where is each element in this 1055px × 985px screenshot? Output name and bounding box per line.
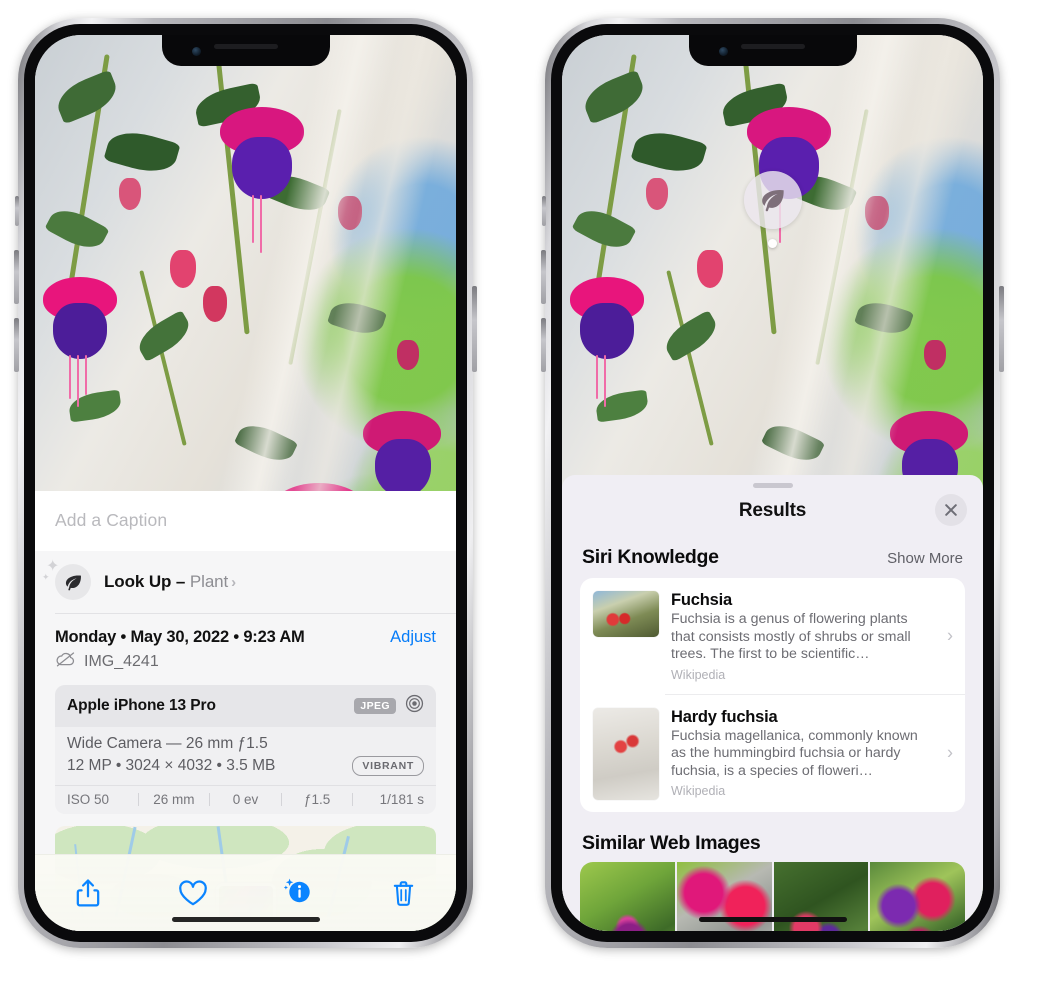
right-phone-device: Results Siri Knowledge Show More Fuchsia… xyxy=(541,18,1004,948)
exif-focal: 26 mm xyxy=(153,792,195,807)
photographic-style-badge: VIBRANT xyxy=(352,756,424,776)
photo-date: Monday • May 30, 2022 • 9:23 AM xyxy=(55,628,305,646)
volume-down-button[interactable] xyxy=(541,318,546,372)
front-camera xyxy=(191,47,201,56)
info-button[interactable] xyxy=(246,877,351,910)
notch xyxy=(161,35,330,66)
knowledge-thumbnail xyxy=(593,707,659,800)
look-up-row[interactable]: ✦ ✦ Look Up – Plant › xyxy=(35,551,456,613)
power-button[interactable] xyxy=(999,286,1004,372)
knowledge-row[interactable]: Fuchsia Fuchsia is a genus of flowering … xyxy=(580,578,965,694)
siri-knowledge-title: Siri Knowledge xyxy=(582,546,719,568)
knowledge-description: Fuchsia magellanica, commonly known as t… xyxy=(671,727,918,779)
knowledge-row[interactable]: Hardy fuchsia Fuchsia magellanica, commo… xyxy=(580,695,965,812)
power-button[interactable] xyxy=(472,286,477,372)
notch xyxy=(688,35,857,66)
leaf-icon xyxy=(762,189,784,212)
knowledge-title: Hardy fuchsia xyxy=(671,707,778,726)
mute-switch[interactable] xyxy=(542,196,546,226)
look-up-label: Look Up – Plant › xyxy=(104,572,236,592)
volume-down-button[interactable] xyxy=(14,318,19,372)
look-up-subject: Plant xyxy=(189,572,229,591)
exif-iso: ISO 50 xyxy=(67,792,110,807)
visual-lookup-anchor-dot xyxy=(768,239,777,248)
screenshot-root: Add a Caption ✦ ✦ Look Up – Plant › Mond… xyxy=(0,0,1055,985)
knowledge-thumbnail xyxy=(593,591,659,637)
adjust-button[interactable]: Adjust xyxy=(390,628,436,647)
volume-up-button[interactable] xyxy=(541,250,546,304)
earpiece-speaker xyxy=(740,44,805,49)
share-button[interactable] xyxy=(35,878,140,908)
camera-lens-line: Wide Camera — 26 mm ƒ1.5 xyxy=(67,735,268,752)
close-button[interactable] xyxy=(935,494,967,526)
exif-row: ISO 50 26 mm 0 ev ƒ1.5 1/181 s xyxy=(55,785,436,814)
photo-filename: IMG_4241 xyxy=(84,652,159,670)
front-camera xyxy=(718,47,728,56)
similar-image[interactable] xyxy=(580,861,677,931)
results-title: Results xyxy=(738,500,807,521)
home-indicator[interactable] xyxy=(698,917,847,922)
camera-specs-row: 12 MP • 3024 × 4032 • 3.5 MB VIBRANT xyxy=(67,756,424,776)
similar-web-images-header: Similar Web Images xyxy=(562,812,983,862)
knowledge-text: Hardy fuchsia Fuchsia magellanica, commo… xyxy=(671,708,953,799)
siri-knowledge-header: Siri Knowledge Show More xyxy=(562,526,983,578)
results-header: Results xyxy=(562,488,983,526)
results-panel: Results Siri Knowledge Show More Fuchsia… xyxy=(562,475,983,931)
mute-switch[interactable] xyxy=(15,196,19,226)
filename-row: IMG_4241 xyxy=(35,647,456,685)
similar-web-images-title: Similar Web Images xyxy=(582,831,761,854)
knowledge-text: Fuchsia Fuchsia is a genus of flowering … xyxy=(671,591,953,682)
show-more-button[interactable]: Show More xyxy=(887,550,963,567)
similar-image[interactable] xyxy=(870,861,965,931)
delete-button[interactable] xyxy=(351,879,456,908)
camera-specs-line: 12 MP • 3024 × 4032 • 3.5 MB xyxy=(67,757,276,774)
favorite-button[interactable] xyxy=(140,879,245,907)
right-phone-screen: Results Siri Knowledge Show More Fuchsia… xyxy=(562,35,983,931)
knowledge-description: Fuchsia is a genus of flowering plants t… xyxy=(671,611,911,662)
earpiece-speaker xyxy=(213,44,278,49)
sparkle-small-icon: ✦ xyxy=(42,572,50,582)
left-phone-device: Add a Caption ✦ ✦ Look Up – Plant › Mond… xyxy=(14,18,477,948)
camera-header-badges: JPEG xyxy=(354,694,424,718)
chevron-right-icon: › xyxy=(947,625,953,646)
camera-device-name: Apple iPhone 13 Pro xyxy=(67,697,216,714)
camera-header: Apple iPhone 13 Pro JPEG xyxy=(55,685,436,727)
camera-info-card: Apple iPhone 13 Pro JPEG Wide Camera — 2… xyxy=(55,685,436,814)
leaf-icon xyxy=(55,564,91,600)
right-phone-bezel: Results Siri Knowledge Show More Fuchsia… xyxy=(551,24,994,942)
home-indicator[interactable] xyxy=(171,917,320,922)
photo-meta-row: Monday • May 30, 2022 • 9:23 AM Adjust xyxy=(35,614,456,647)
knowledge-source: Wikipedia xyxy=(671,667,726,682)
siri-knowledge-card: Fuchsia Fuchsia is a genus of flowering … xyxy=(580,578,965,812)
info-sparkle-icon xyxy=(283,878,310,902)
aperture-icon xyxy=(405,694,424,718)
knowledge-source: Wikipedia xyxy=(671,784,726,798)
chevron-right-icon: › xyxy=(231,574,237,591)
camera-body: Wide Camera — 26 mm ƒ1.5 12 MP • 3024 × … xyxy=(55,727,436,785)
format-badge: JPEG xyxy=(354,698,396,714)
volume-up-button[interactable] xyxy=(14,250,19,304)
exif-shutter: 1/181 s xyxy=(379,792,424,807)
look-up-title: Look Up – xyxy=(104,572,186,591)
visual-lookup-badge[interactable] xyxy=(744,171,802,229)
exif-ev: 0 ev xyxy=(232,792,259,807)
exif-aperture: ƒ1.5 xyxy=(303,792,331,807)
left-phone-bezel: Add a Caption ✦ ✦ Look Up – Plant › Mond… xyxy=(24,24,467,942)
chevron-right-icon: › xyxy=(947,742,953,763)
close-icon xyxy=(945,504,957,516)
knowledge-title: Fuchsia xyxy=(671,591,732,609)
look-up-icon-wrap: ✦ ✦ xyxy=(42,559,91,600)
caption-input[interactable]: Add a Caption xyxy=(35,491,456,551)
left-phone-screen: Add a Caption ✦ ✦ Look Up – Plant › Mond… xyxy=(35,35,456,931)
cloud-slash-icon xyxy=(55,651,76,672)
